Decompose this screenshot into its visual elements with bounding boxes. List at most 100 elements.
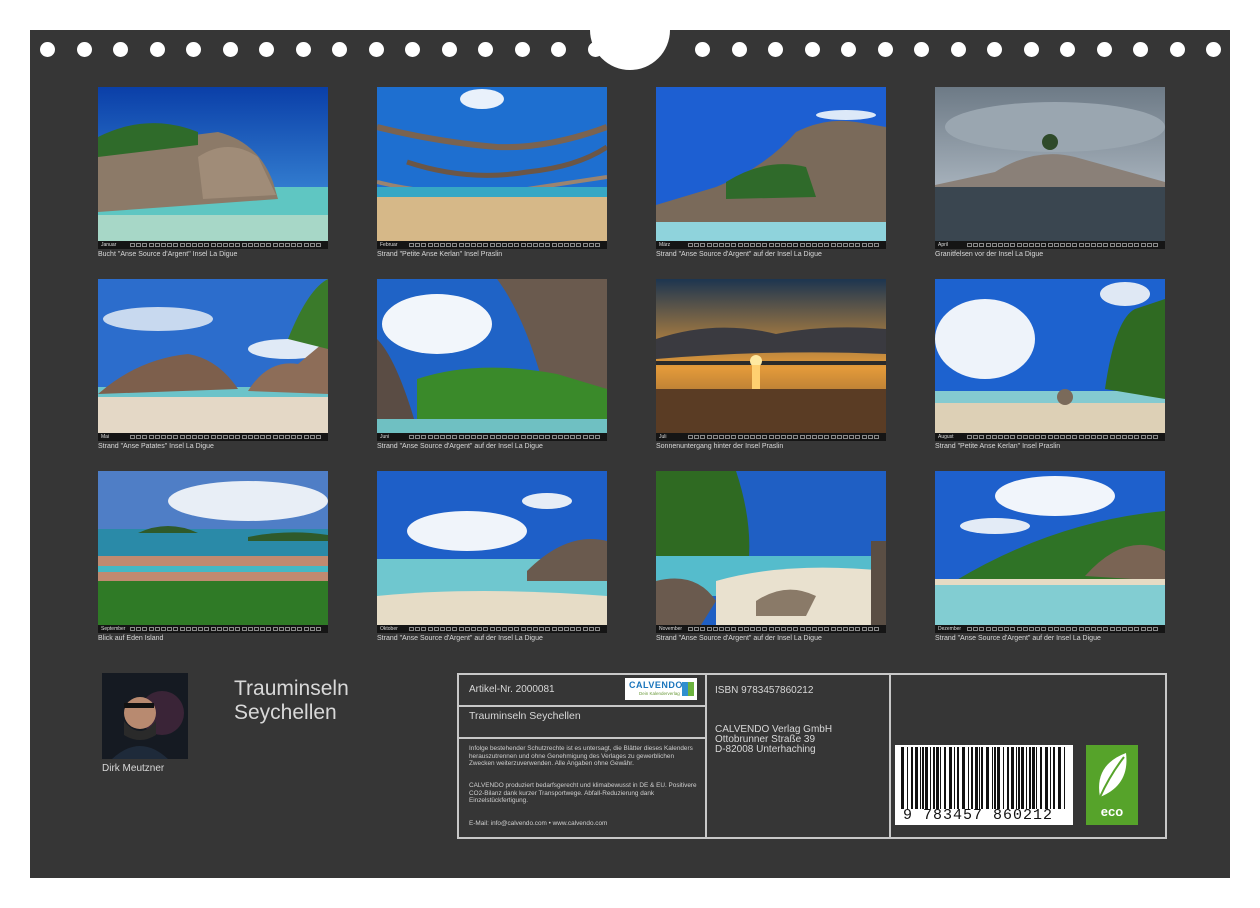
month-thumbnail: Januar (98, 87, 328, 249)
day-box (830, 627, 836, 631)
day-box (489, 435, 495, 439)
day-box (526, 243, 532, 247)
day-box (179, 243, 185, 247)
day-box (285, 627, 290, 631)
binding-hole (40, 42, 55, 57)
barcode-bar (1053, 747, 1055, 809)
day-box (688, 435, 693, 439)
month-label: Oktober (380, 626, 398, 632)
day-box (216, 243, 222, 247)
day-box (130, 627, 135, 631)
day-box (998, 435, 1003, 439)
day-box (409, 627, 414, 631)
day-box (161, 243, 166, 247)
day-box (452, 627, 458, 631)
calendar-strip: August (935, 433, 1165, 441)
barcode-bar (962, 747, 965, 809)
month-label: Mai (101, 434, 110, 440)
day-box (967, 435, 972, 439)
barcode-bars (901, 747, 1065, 809)
calvendo-logo: CALVENDO Dein Kalenderverlag (625, 678, 697, 700)
day-box (148, 435, 154, 439)
day-box (799, 627, 805, 631)
day-box (136, 627, 142, 631)
day-box (768, 435, 774, 439)
binding-hole (551, 42, 566, 57)
day-box (774, 243, 780, 247)
day-box (185, 243, 191, 247)
day-box (1041, 243, 1047, 247)
month-thumbnail: Mai (98, 279, 328, 441)
month-caption: Strand "Petite Anse Kerlan" Insel Prasli… (377, 251, 503, 258)
day-box (533, 243, 538, 247)
day-box (1041, 627, 1047, 631)
day-box (471, 243, 476, 247)
day-box (781, 243, 786, 247)
day-box (843, 435, 848, 439)
day-box (1016, 627, 1022, 631)
binding-hole (877, 42, 893, 57)
day-box (725, 435, 731, 439)
day-box (167, 435, 173, 439)
day-box (694, 435, 700, 439)
day-box (1153, 627, 1158, 631)
binding-hole (295, 42, 311, 57)
day-box (285, 243, 290, 247)
day-box (223, 435, 228, 439)
barcode-bar (915, 747, 918, 809)
day-box (824, 627, 830, 631)
day-box (836, 627, 842, 631)
day-box (458, 627, 464, 631)
barcode-bar (940, 747, 941, 809)
day-box (1022, 435, 1028, 439)
binding-hole (478, 42, 493, 57)
day-box (979, 243, 985, 247)
day-box (502, 435, 507, 439)
day-box (1115, 435, 1121, 439)
month-caption: Bucht "Anse Source d'Argent" Insel La Di… (98, 251, 238, 258)
barcode-bar (911, 747, 913, 809)
day-box (737, 627, 743, 631)
day-box (198, 627, 204, 631)
day-box (551, 243, 557, 247)
info-column-article: Artikel-Nr. 2000081 CALVENDO Dein Kalend… (459, 675, 707, 837)
day-box (998, 627, 1003, 631)
day-box (440, 435, 445, 439)
binding-hole (186, 42, 201, 57)
month-label: März (659, 242, 671, 248)
day-box (1066, 243, 1072, 247)
binding-hole (76, 42, 92, 57)
day-box (185, 627, 191, 631)
day-box (520, 243, 526, 247)
day-box (477, 627, 483, 631)
day-box (1122, 243, 1127, 247)
day-box (130, 435, 135, 439)
day-box (458, 243, 464, 247)
month-label: November (659, 626, 683, 632)
day-box (557, 435, 563, 439)
day-box (743, 435, 749, 439)
day-box (173, 243, 179, 247)
barcode-bar (986, 747, 989, 809)
day-box (204, 627, 210, 631)
calendar-strip: Oktober (377, 625, 607, 633)
day-box (260, 435, 266, 439)
day-box (1097, 435, 1103, 439)
day-box (712, 243, 718, 247)
calendar-strip: Juli (656, 433, 886, 441)
month-caption: Sonnenuntergang hinter der Insel Praslin (656, 443, 784, 450)
day-box (812, 243, 817, 247)
day-box (588, 243, 594, 247)
day-box (743, 243, 749, 247)
barcode-bar (975, 747, 978, 809)
barcode-bar (981, 747, 983, 809)
month-caption: Granitfelsen vor der Insel La Digue (935, 251, 1044, 258)
day-box (805, 435, 811, 439)
month-caption: Strand "Petite Anse Kerlan" Insel Prasli… (935, 443, 1061, 450)
month-thumbnail: April (935, 87, 1165, 249)
day-box (1016, 435, 1022, 439)
day-box (1146, 243, 1152, 247)
day-box (731, 627, 737, 631)
day-box (520, 627, 526, 631)
day-box (198, 243, 204, 247)
